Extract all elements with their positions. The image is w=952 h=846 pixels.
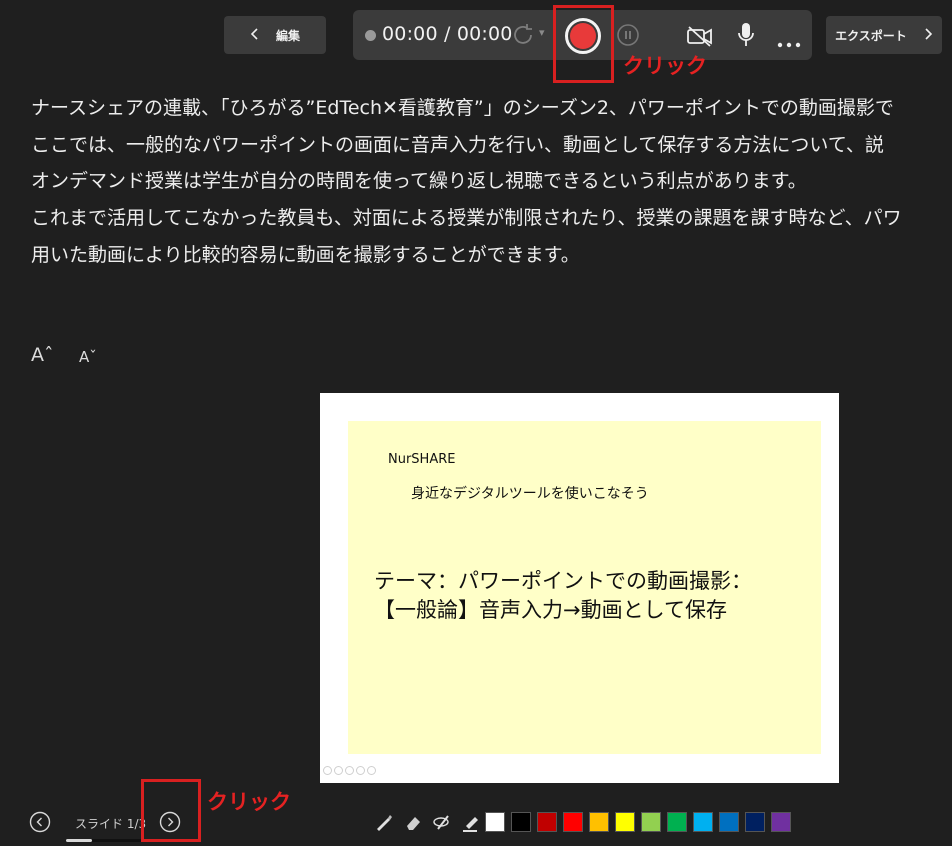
mini-prev-icon bbox=[323, 766, 332, 775]
slide-brand: NurSHARE bbox=[388, 452, 456, 467]
ink-color-swatch[interactable] bbox=[745, 812, 765, 832]
ink-color-swatch[interactable] bbox=[719, 812, 739, 832]
chevron-left-circle-icon bbox=[29, 811, 51, 833]
edit-label: 編集 bbox=[275, 28, 300, 43]
next-highlight-box bbox=[141, 779, 201, 842]
increase-font-button[interactable]: Aˆ bbox=[31, 344, 54, 366]
camera-off-icon[interactable] bbox=[686, 24, 714, 52]
ink-color-swatch[interactable] bbox=[693, 812, 713, 832]
eraser-icon[interactable] bbox=[402, 811, 424, 833]
ink-color-swatch[interactable] bbox=[667, 812, 687, 832]
mini-zoom-icon bbox=[356, 766, 365, 775]
mini-more-icon bbox=[367, 766, 376, 775]
lasso-pen-icon[interactable] bbox=[431, 811, 453, 833]
ink-color-swatch[interactable] bbox=[641, 812, 661, 832]
speaker-notes: ナースシェアの連載、「ひろがる”EdTech✕看護教育”」のシーズン2、パワーポ… bbox=[31, 90, 952, 273]
mini-next-icon bbox=[334, 766, 343, 775]
notes-line: 用いた動画により比較的容易に動画を撮影することができます。 bbox=[31, 243, 580, 266]
slide-counter: スライド 1/3 bbox=[75, 817, 147, 831]
recording-time: 00:00 / 00:00 bbox=[382, 23, 513, 45]
ink-color-swatch[interactable] bbox=[537, 812, 557, 832]
slide-mini-controls bbox=[323, 766, 376, 775]
ink-color-swatch[interactable] bbox=[771, 812, 791, 832]
ink-tools bbox=[373, 811, 482, 833]
notes-line: オンデマンド授業は学生が自分の時間を使って繰り返し視聴できるという利点があります… bbox=[31, 170, 807, 193]
retake-icon[interactable] bbox=[511, 23, 535, 51]
slide-tagline: 身近なデジタルツールを使いこなそう bbox=[411, 486, 649, 502]
microphone-icon[interactable] bbox=[737, 22, 755, 52]
notes-line: ここでは、一般的なパワーポイントの画面に音声入力を行い、動画として保存する方法に… bbox=[31, 133, 884, 156]
previous-slide-button[interactable] bbox=[29, 811, 51, 837]
notes-line: ナースシェアの連載、「ひろがる”EdTech✕看護教育”」のシーズン2、パワーポ… bbox=[31, 97, 894, 119]
slide-theme: テーマ：パワーポイントでの動画撮影： 【一般論】音声入力→動画として保存 bbox=[374, 567, 752, 625]
ink-color-swatch[interactable] bbox=[615, 812, 635, 832]
chevron-right-icon bbox=[923, 27, 933, 44]
time-indicator-dot bbox=[365, 30, 376, 41]
slide-theme-line: テーマ：パワーポイントでの動画撮影： bbox=[374, 569, 752, 593]
ink-color-swatch[interactable] bbox=[589, 812, 609, 832]
chevron-left-icon bbox=[250, 27, 260, 44]
slide-progress-fill bbox=[66, 839, 92, 842]
notes-line: これまで活用してこなかった教員も、対面による授業が制限されたり、授業の課題を課す… bbox=[31, 207, 902, 230]
click-annotation-next: クリック bbox=[207, 790, 291, 814]
ink-color-swatch[interactable] bbox=[563, 812, 583, 832]
highlighter-icon[interactable] bbox=[460, 811, 482, 833]
mini-pen-icon bbox=[345, 766, 354, 775]
ink-color-palette bbox=[485, 812, 791, 832]
more-options-icon[interactable] bbox=[777, 33, 801, 52]
slide-content-area: NurSHARE 身近なデジタルツールを使いこなそう テーマ：パワーポイントでの… bbox=[348, 421, 821, 754]
export-button[interactable]: エクスポート bbox=[826, 16, 942, 54]
ink-color-swatch[interactable] bbox=[485, 812, 505, 832]
click-annotation-record: クリック bbox=[623, 54, 707, 78]
slide-preview: NurSHARE 身近なデジタルツールを使いこなそう テーマ：パワーポイントでの… bbox=[320, 393, 839, 783]
retake-dropdown-icon[interactable]: ▾ bbox=[539, 26, 545, 39]
pause-icon[interactable] bbox=[616, 23, 640, 51]
export-label: エクスポート bbox=[835, 28, 907, 43]
ink-color-swatch[interactable] bbox=[511, 812, 531, 832]
slide-theme-line: 【一般論】音声入力→動画として保存 bbox=[374, 598, 727, 622]
record-highlight-box bbox=[553, 5, 614, 83]
edit-button[interactable]: 編集 bbox=[224, 16, 326, 54]
decrease-font-button[interactable]: Aˇ bbox=[79, 348, 97, 366]
pen-icon[interactable] bbox=[373, 811, 395, 833]
